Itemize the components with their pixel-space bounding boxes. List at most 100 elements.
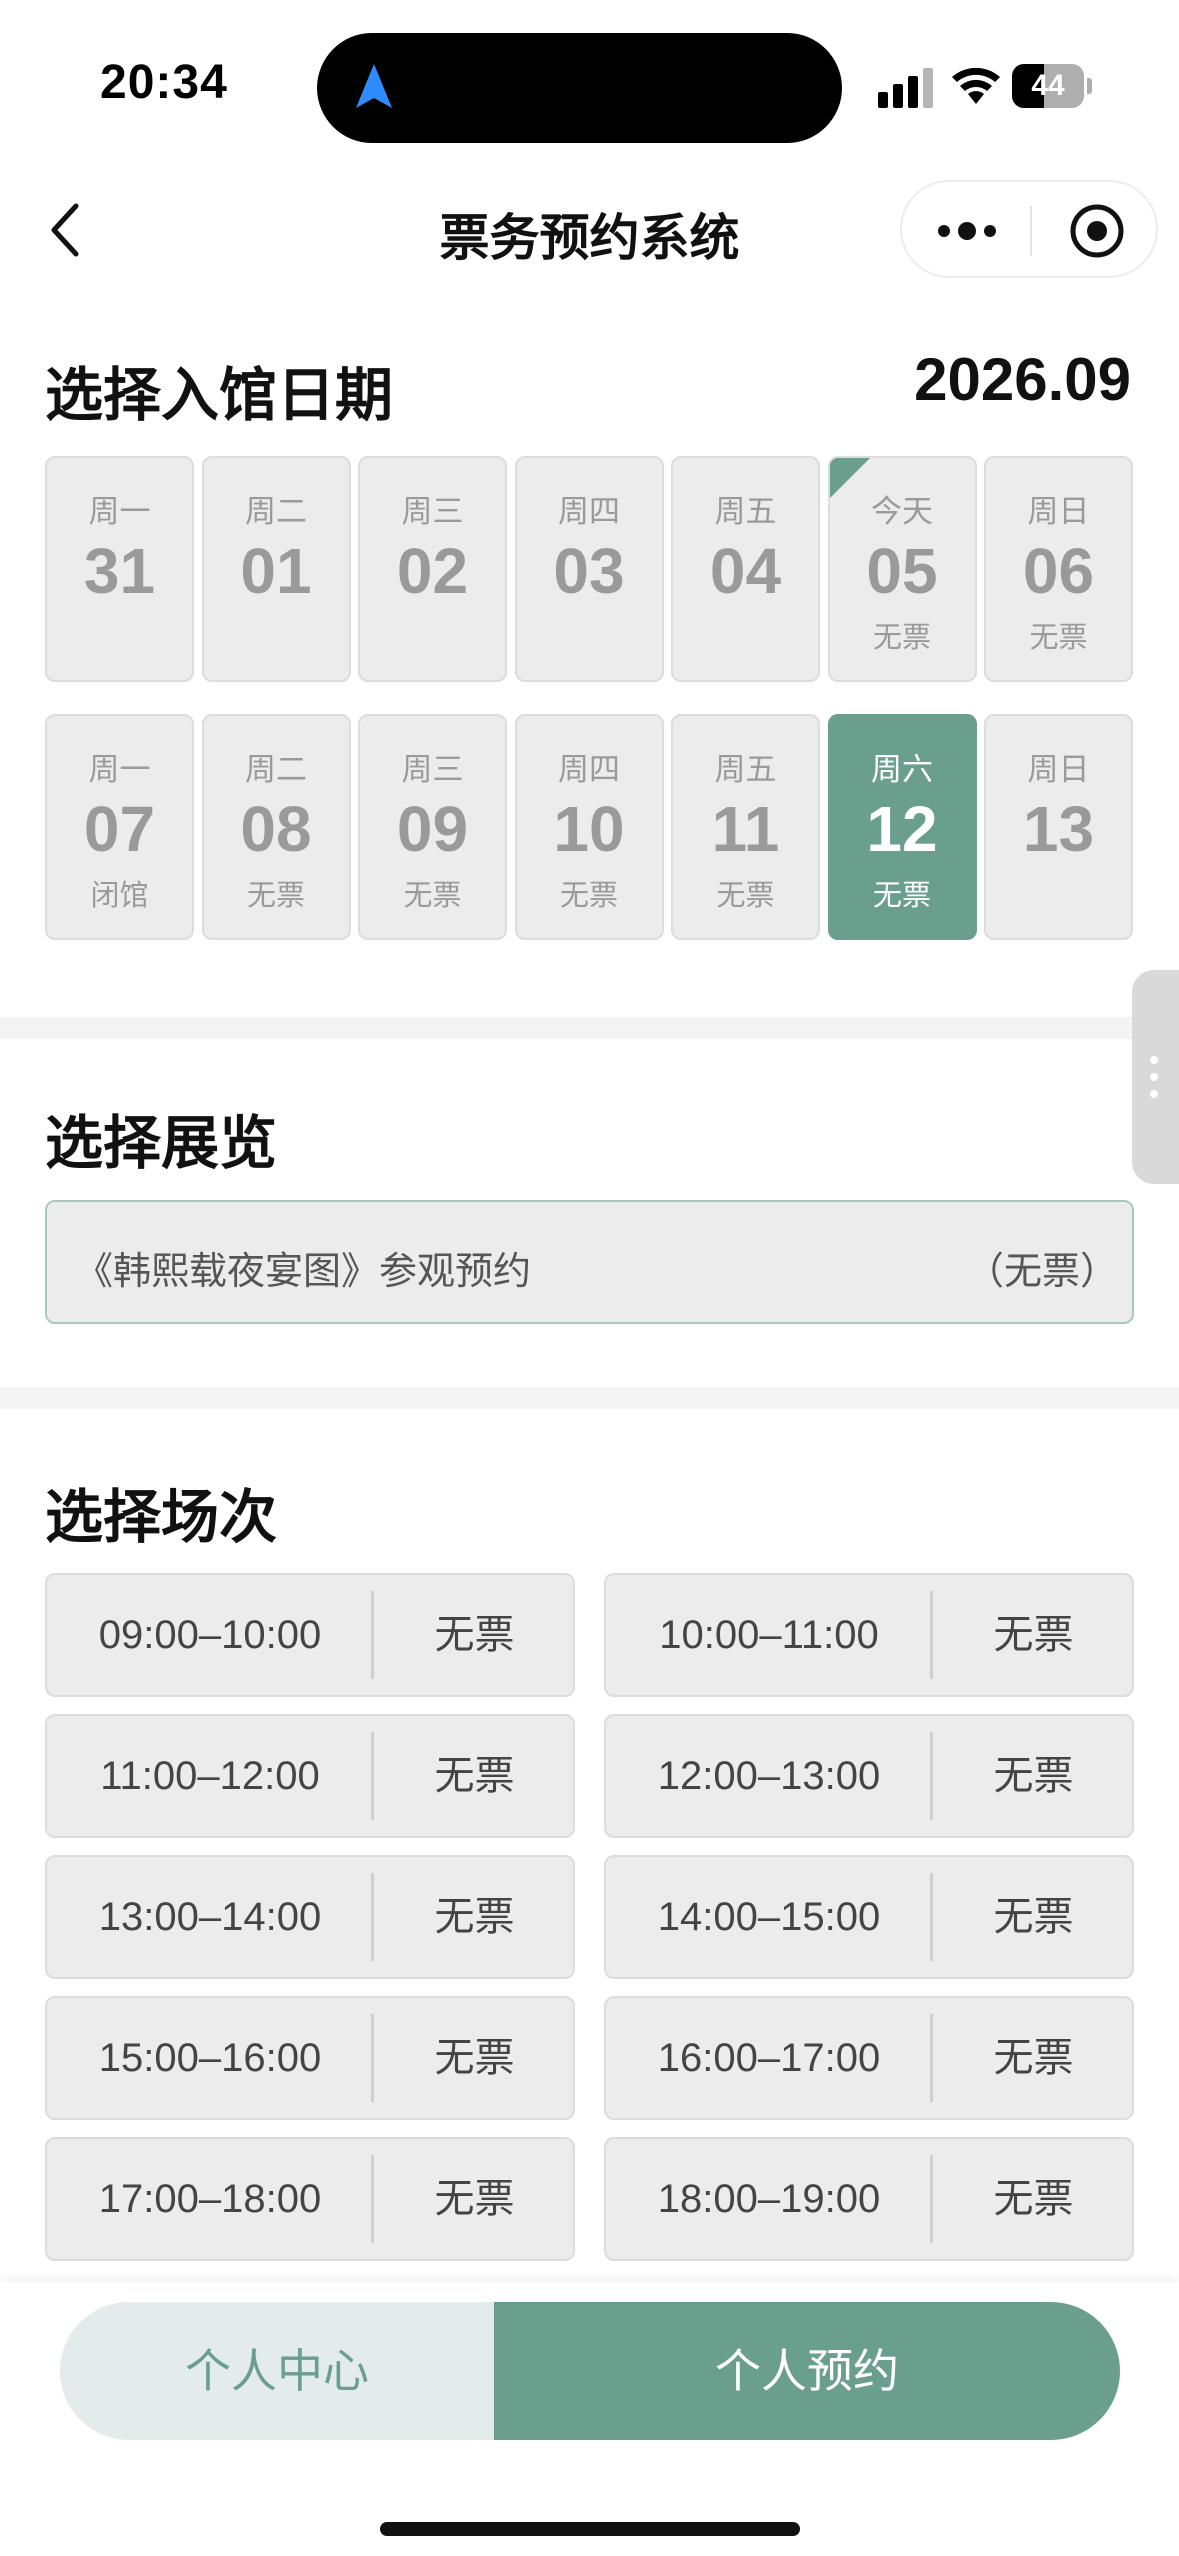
date-day-number: 03 xyxy=(553,535,625,607)
navigation-arrow-icon xyxy=(356,64,392,108)
month-label[interactable]: 2026.09 xyxy=(914,345,1131,414)
session-status: 无票 xyxy=(434,1612,515,1658)
date-weekday: 周四 xyxy=(558,752,620,788)
session-slot[interactable]: 11:00–12:00 无票 xyxy=(45,1714,575,1838)
date-cell[interactable]: 周六 12 无票 xyxy=(827,714,977,940)
status-time: 20:34 xyxy=(100,56,228,109)
date-day-number: 01 xyxy=(240,535,312,607)
section-divider xyxy=(0,1017,1179,1039)
exhibit-option[interactable]: 《韩熙载夜宴图》参观预约 （无票） xyxy=(45,1200,1134,1324)
date-status: 无票 xyxy=(246,878,305,912)
date-day-number: 12 xyxy=(866,793,938,865)
cellular-signal-icon xyxy=(878,68,933,108)
date-cell[interactable]: 周四 03 xyxy=(514,456,664,682)
date-day-number: 05 xyxy=(866,535,938,607)
session-slot[interactable]: 16:00–17:00 无票 xyxy=(604,1996,1134,2120)
capsule-divider xyxy=(1030,206,1032,256)
session-status: 无票 xyxy=(993,2035,1074,2081)
date-day-number: 09 xyxy=(396,793,469,865)
date-weekday: 周日 xyxy=(1027,752,1090,788)
date-day-number: 04 xyxy=(709,535,782,607)
date-cell[interactable]: 周二 01 xyxy=(201,456,351,682)
session-status: 无票 xyxy=(993,2176,1074,2222)
status-bar: 20:34 44 xyxy=(0,0,1179,160)
date-grid: 周一 31 周二 01 周三 02 周四 03 周五 04 今天 05 无票 周日 06 无票 周一 07 闭馆 周二… xyxy=(45,456,1134,940)
date-cell[interactable]: 周三 02 xyxy=(358,456,507,682)
date-cell[interactable]: 周三 09 无票 xyxy=(358,714,507,940)
date-day-number: 02 xyxy=(396,535,469,607)
bottom-tab-bar: 个人中心 个人预约 xyxy=(0,2282,1179,2556)
session-slot[interactable]: 12:00–13:00 无票 xyxy=(604,1714,1134,1838)
date-cell[interactable]: 周二 08 无票 xyxy=(201,714,351,940)
session-status: 无票 xyxy=(434,2176,515,2222)
date-weekday: 周五 xyxy=(714,494,777,530)
session-section-title: 选择场次 xyxy=(45,1483,278,1551)
session-time: 10:00–11:00 xyxy=(659,1613,879,1657)
date-status: 无票 xyxy=(872,878,931,912)
date-weekday: 周四 xyxy=(558,494,620,530)
session-time: 16:00–17:00 xyxy=(657,2036,881,2080)
exhibit-section-title: 选择展览 xyxy=(45,1109,278,1177)
ticket-booking-page: 20:34 44 票务预约系统 选择入馆日期 2026.09 周一 31 周二 … xyxy=(0,0,1179,2556)
date-weekday: 周二 xyxy=(245,494,307,530)
session-status: 无票 xyxy=(434,1753,515,1799)
date-cell[interactable]: 周五 11 无票 xyxy=(671,714,820,940)
session-slot[interactable]: 17:00–18:00 无票 xyxy=(45,2137,575,2261)
battery-level: 44 xyxy=(1031,69,1065,102)
tab-personal-center[interactable]: 个人中心 xyxy=(60,2302,494,2440)
battery-icon: 44 xyxy=(1012,64,1092,108)
date-weekday: 周日 xyxy=(1027,494,1090,530)
date-cell[interactable]: 周一 07 闭馆 xyxy=(45,714,194,940)
session-time: 13:00–14:00 xyxy=(98,1895,322,1939)
miniprogram-capsule xyxy=(900,180,1158,278)
nav-header: 票务预约系统 xyxy=(0,170,1179,290)
session-time: 17:00–18:00 xyxy=(98,2177,322,2221)
home-indicator xyxy=(380,2522,800,2536)
date-day-number: 13 xyxy=(1022,793,1095,865)
session-time: 14:00–15:00 xyxy=(657,1895,881,1939)
session-status: 无票 xyxy=(993,1753,1074,1799)
date-section-title: 选择入馆日期 xyxy=(45,361,394,429)
session-slot[interactable]: 14:00–15:00 无票 xyxy=(604,1855,1134,1979)
session-status: 无票 xyxy=(434,2035,515,2081)
date-cell[interactable]: 周日 06 无票 xyxy=(984,456,1133,682)
tab-group: 个人中心 个人预约 xyxy=(60,2302,1120,2440)
date-day-number: 31 xyxy=(83,535,156,607)
session-slot[interactable]: 15:00–16:00 无票 xyxy=(45,1996,575,2120)
date-weekday: 周一 xyxy=(88,494,151,530)
date-weekday: 周六 xyxy=(871,752,933,788)
session-time: 11:00–12:00 xyxy=(100,1754,320,1798)
date-status: 无票 xyxy=(716,878,775,912)
date-day-number: 11 xyxy=(711,793,780,865)
date-day-number: 07 xyxy=(83,793,156,865)
date-cell[interactable]: 周日 13 xyxy=(984,714,1133,940)
session-slot[interactable]: 09:00–10:00 无票 xyxy=(45,1573,575,1697)
date-weekday: 周三 xyxy=(401,752,464,788)
session-status: 无票 xyxy=(993,1894,1074,1940)
session-time: 09:00–10:00 xyxy=(98,1613,322,1657)
session-time: 18:00–19:00 xyxy=(657,2177,881,2221)
session-slot[interactable]: 13:00–14:00 无票 xyxy=(45,1855,575,1979)
date-status: 闭馆 xyxy=(90,878,149,912)
exhibit-name: 《韩熙载夜宴图》参观预约 xyxy=(75,1249,532,1293)
date-weekday: 周二 xyxy=(245,752,307,788)
more-icon[interactable] xyxy=(932,212,1002,250)
date-cell[interactable]: 今天 05 无票 xyxy=(827,456,977,682)
date-status: 无票 xyxy=(559,878,618,912)
date-weekday: 周三 xyxy=(401,494,464,530)
exhibit-status: （无票） xyxy=(965,1249,1118,1293)
date-cell[interactable]: 周一 31 xyxy=(45,456,194,682)
date-cell[interactable]: 周四 10 无票 xyxy=(514,714,664,940)
close-target-icon[interactable] xyxy=(1068,202,1126,260)
tab-personal-booking[interactable]: 个人预约 xyxy=(494,2302,1120,2440)
session-slot[interactable]: 18:00–19:00 无票 xyxy=(604,2137,1134,2261)
session-slot[interactable]: 10:00–11:00 无票 xyxy=(604,1573,1134,1697)
session-time: 12:00–13:00 xyxy=(657,1754,881,1798)
session-status: 无票 xyxy=(993,1612,1074,1658)
section-divider xyxy=(0,1387,1179,1409)
date-cell[interactable]: 周五 04 xyxy=(671,456,820,682)
floating-side-handle[interactable] xyxy=(1132,970,1179,1184)
date-status: 无票 xyxy=(1029,620,1088,654)
date-status: 无票 xyxy=(872,620,931,654)
wifi-icon xyxy=(952,67,1000,104)
